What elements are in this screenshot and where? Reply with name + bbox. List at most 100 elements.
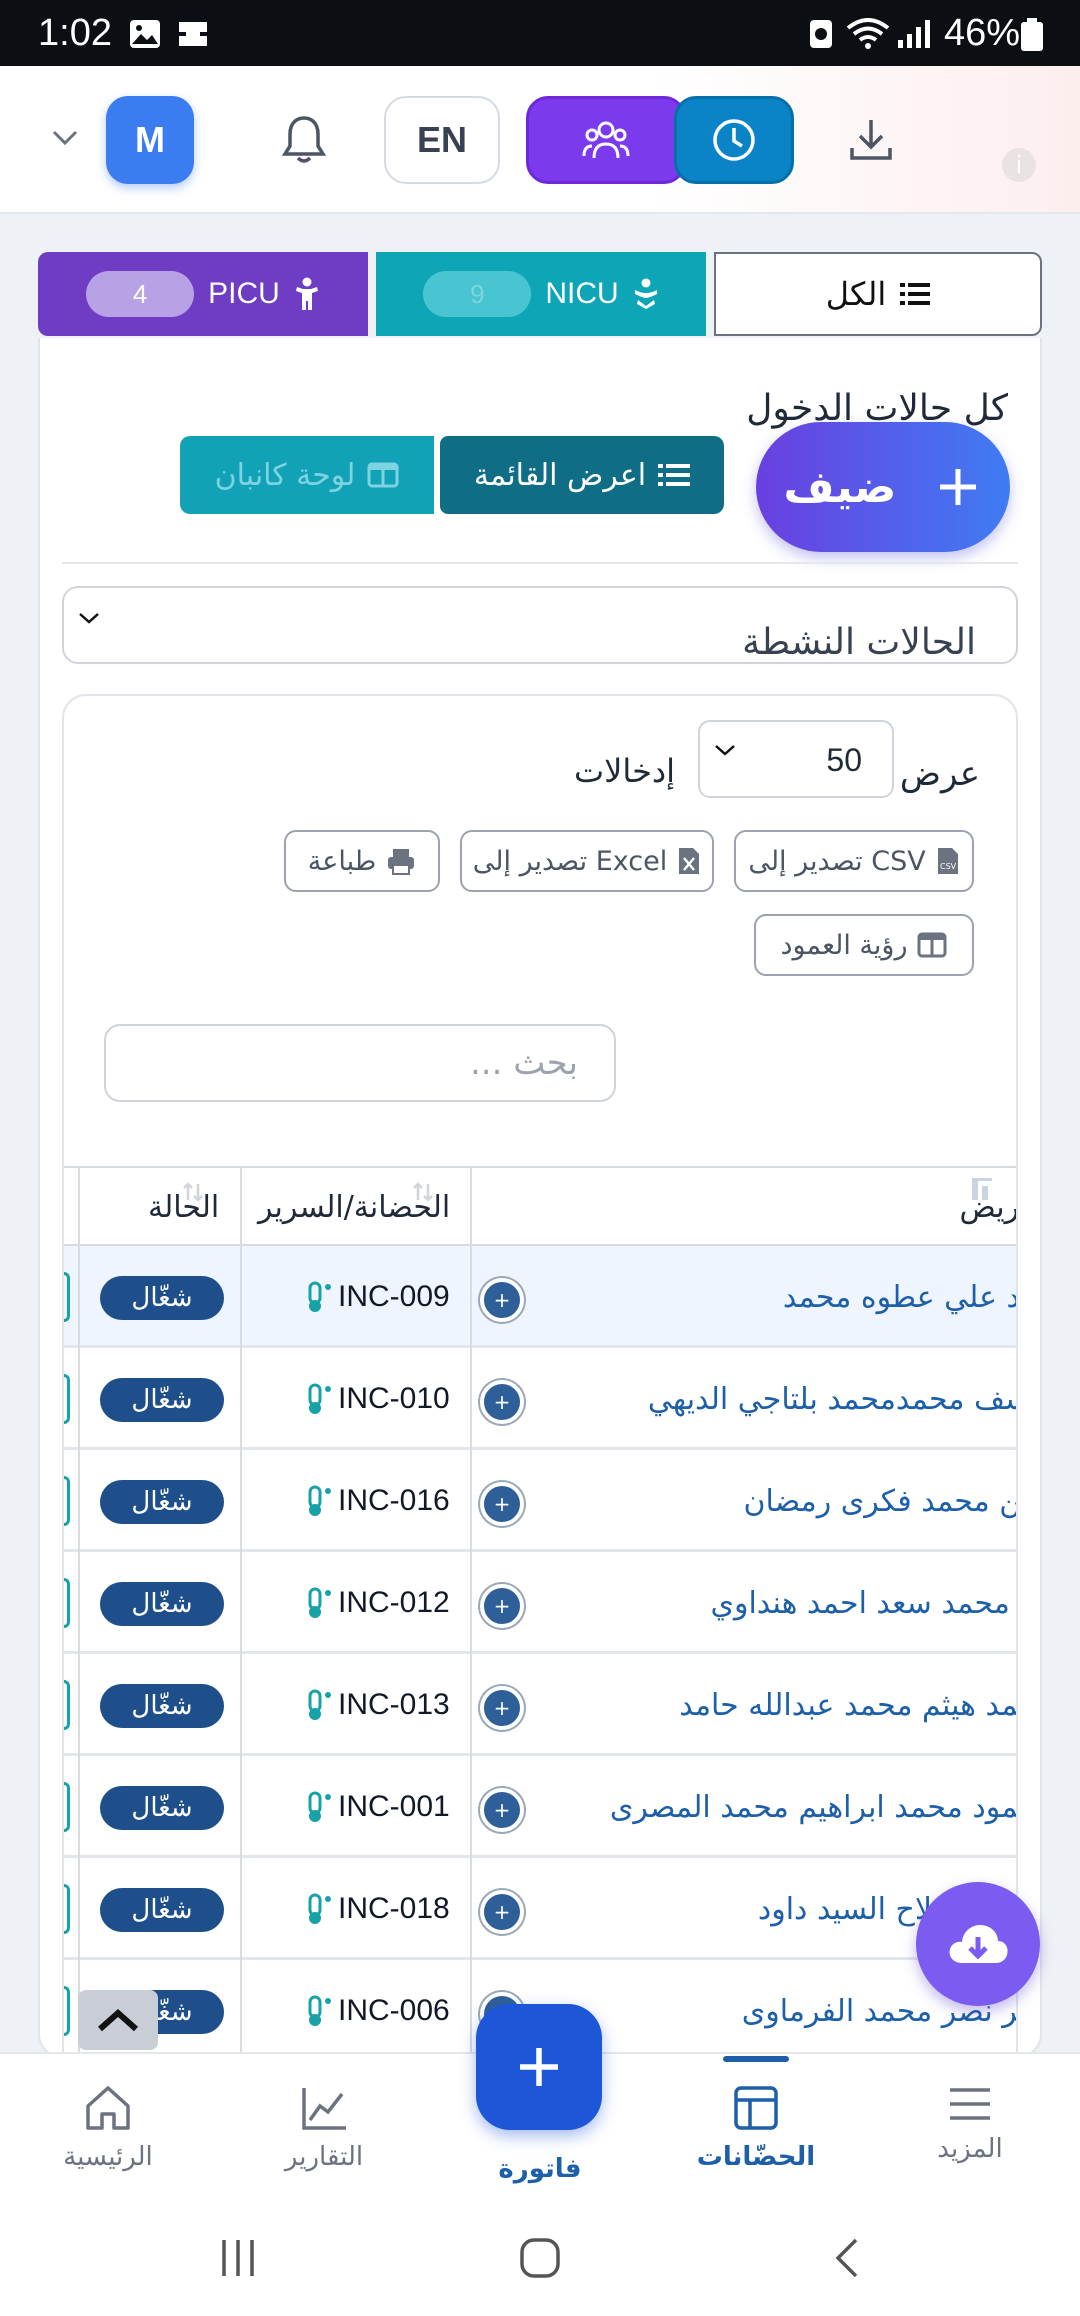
- expand-row-button[interactable]: +: [480, 1584, 524, 1628]
- row-action-edge[interactable]: [64, 1782, 70, 1832]
- table-row[interactable]: لانا محمد سعد احمد هنداوي + INC-012 شغّا…: [64, 1552, 1016, 1654]
- patient-name-link[interactable]: لانا محمد سعد احمد هنداوي: [710, 1586, 1016, 1621]
- search-input[interactable]: [106, 1026, 614, 1100]
- chevron-down-icon: [79, 613, 99, 624]
- tab-all-label: الكل: [825, 276, 887, 312]
- status-badge: شغّال: [100, 1582, 224, 1626]
- team-button[interactable]: [526, 96, 686, 184]
- language-toggle[interactable]: EN: [384, 96, 500, 184]
- expand-row-button[interactable]: +: [480, 1380, 524, 1424]
- tab-nicu[interactable]: 9 NICU: [376, 252, 706, 336]
- bed-code: INC-010: [338, 1382, 450, 1415]
- add-admission-button[interactable]: ضيف: [756, 422, 1010, 552]
- sort-icon[interactable]: [970, 1176, 994, 1202]
- row-action-edge[interactable]: [64, 1272, 70, 1322]
- tab-nicu-label: NICU: [545, 277, 619, 310]
- bed-code: INC-013: [338, 1688, 450, 1721]
- home-button-icon[interactable]: [518, 2236, 562, 2280]
- sort-icon[interactable]: [182, 1180, 206, 1204]
- table-row[interactable]: يوسف محمدمحمد بلتاجي الديهي + INC-010 شغ…: [64, 1348, 1016, 1450]
- avatar[interactable]: M: [106, 96, 194, 184]
- bell-icon[interactable]: [282, 114, 326, 164]
- entries-select[interactable]: 50: [698, 720, 894, 798]
- entries-value: 50: [826, 742, 862, 778]
- expand-row-button[interactable]: +: [480, 1482, 524, 1526]
- patient-name-link[interactable]: عهد علي عطوه محمد: [783, 1280, 1016, 1315]
- sort-icon[interactable]: [412, 1180, 436, 1204]
- status-badge: شغّال: [100, 1888, 224, 1932]
- table-row[interactable]: محمود محمد ابراهيم محمد المصرى + INC-001…: [64, 1756, 1016, 1858]
- bed-code: INC-016: [338, 1484, 450, 1517]
- status-badge: شغّال: [100, 1684, 224, 1728]
- baby-icon: [634, 278, 657, 309]
- users-icon: [582, 121, 630, 159]
- export-csv-label: تصدير إلى CSV: [748, 845, 926, 877]
- info-icon[interactable]: i: [1002, 148, 1036, 182]
- row-action-edge[interactable]: [64, 1476, 70, 1526]
- table-row[interactable]: عهد علي عطوه محمد + INC-009 شغّال: [64, 1246, 1016, 1348]
- status-filter-select[interactable]: الحالات النشطة: [62, 586, 1018, 664]
- thermometer-icon: [308, 1995, 331, 2026]
- thermometer-icon: [308, 1893, 331, 1924]
- csv-file-icon: CSV: [937, 848, 958, 874]
- tab-picu[interactable]: 4 PICU: [38, 252, 368, 336]
- nav-reports[interactable]: التقارير: [244, 2084, 404, 2172]
- battery-icon: [1021, 18, 1043, 51]
- list-view-button[interactable]: اعرض القائمة: [440, 436, 724, 514]
- export-csv-button[interactable]: تصدير إلى CSV CSV: [734, 830, 974, 892]
- expand-row-button[interactable]: +: [480, 1890, 524, 1934]
- table-row[interactable]: عبدالله صلاح السيد داود + INC-018 شغّال: [64, 1858, 1016, 1960]
- expand-row-button[interactable]: +: [480, 1686, 524, 1730]
- nav-home-label: الرئيسية: [63, 2142, 153, 2172]
- recent-apps-icon[interactable]: [216, 2236, 260, 2280]
- search-field[interactable]: [104, 1024, 616, 1102]
- download-icon[interactable]: [848, 116, 894, 162]
- add-label: ضيف: [783, 461, 897, 513]
- table-row[interactable]: محمد هيثم محمد عبدالله حامد + INC-013 شغ…: [64, 1654, 1016, 1756]
- excel-file-icon: [679, 848, 700, 874]
- wifi-icon: [846, 18, 890, 49]
- row-action-edge[interactable]: [64, 1374, 70, 1424]
- row-action-edge[interactable]: [64, 1578, 70, 1628]
- patient-name-link[interactable]: محمد هيثم محمد عبدالله حامد: [679, 1688, 1016, 1723]
- row-action-edge[interactable]: [64, 1884, 70, 1934]
- bed-code: INC-018: [338, 1892, 450, 1925]
- tab-all[interactable]: الكل: [714, 252, 1042, 336]
- nav-home[interactable]: الرئيسية: [28, 2084, 188, 2172]
- cloud-download-button[interactable]: [916, 1882, 1040, 2006]
- table-row[interactable]: وتين محمد فكرى رمضان + INC-016 شغّال: [64, 1450, 1016, 1552]
- nav-more-label: المزيد: [937, 2134, 1003, 2164]
- nav-incubators[interactable]: الحضّانات: [676, 2056, 836, 2172]
- scroll-to-top-button[interactable]: [78, 1990, 158, 2050]
- status-badge: شغّال: [100, 1378, 224, 1422]
- nicu-count: 9: [423, 271, 532, 317]
- expand-row-button[interactable]: +: [480, 1788, 524, 1832]
- bed-cell: INC-006: [304, 1994, 450, 2028]
- patient-name-link[interactable]: وتين محمد فكرى رمضان: [743, 1484, 1016, 1519]
- nav-invoice-button[interactable]: [476, 2004, 602, 2130]
- kanban-view-button[interactable]: لوحة كانبان: [180, 436, 434, 514]
- patient-name-link[interactable]: محمود محمد ابراهيم محمد المصرى: [610, 1790, 1016, 1825]
- expand-row-button[interactable]: +: [480, 1278, 524, 1322]
- columns-icon: [917, 932, 947, 958]
- bed-cell: INC-010: [304, 1382, 450, 1416]
- export-excel-button[interactable]: تصدير إلى Excel: [460, 830, 714, 892]
- nav-more[interactable]: المزيد: [890, 2084, 1050, 2164]
- picu-count: 4: [86, 271, 195, 317]
- status-badge: شغّال: [100, 1786, 224, 1830]
- admissions-card: كل حالات الدخول ضيف اعرض القائمة لوحة كا…: [38, 338, 1042, 2058]
- status-bar: 1:02 46%: [0, 0, 1080, 66]
- back-icon[interactable]: [826, 2236, 870, 2280]
- status-badge: شغّال: [100, 1276, 224, 1320]
- row-action-edge[interactable]: [64, 1986, 70, 2036]
- nav-incubators-label: الحضّانات: [696, 2142, 816, 2172]
- nav-invoice-label[interactable]: فاتورة: [470, 2154, 610, 2184]
- thermometer-icon: [308, 1383, 331, 1414]
- row-action-edge[interactable]: [64, 1680, 70, 1730]
- chevron-down-icon[interactable]: [50, 128, 80, 148]
- history-button[interactable]: [674, 96, 794, 184]
- column-visibility-button[interactable]: رؤية العمود: [754, 914, 974, 976]
- column-divider: [78, 1166, 80, 2054]
- patient-name-link[interactable]: يوسف محمدمحمد بلتاجي الديهي: [648, 1382, 1016, 1417]
- print-button[interactable]: طباعة: [284, 830, 440, 892]
